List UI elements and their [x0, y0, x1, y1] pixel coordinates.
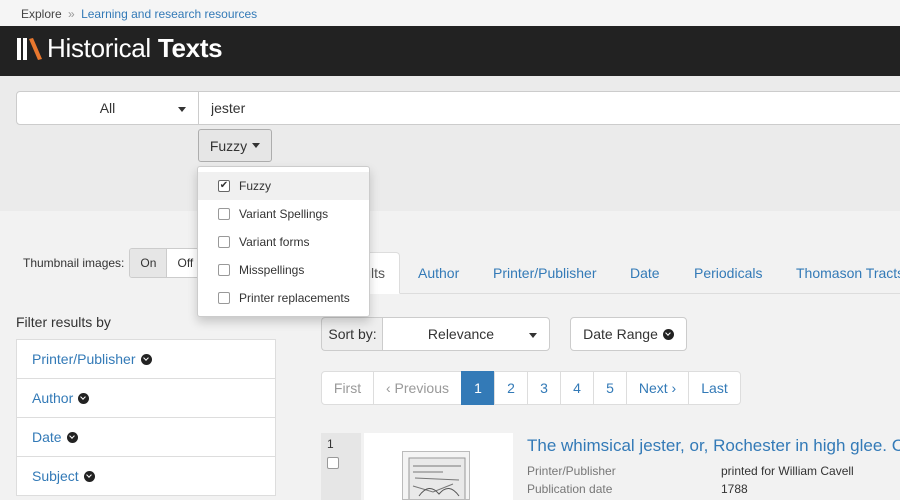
book-page-thumbnail-image — [402, 451, 470, 500]
meta-key: Publication date — [527, 482, 613, 496]
sort-select[interactable]: Relevance — [382, 317, 550, 351]
date-range-label: Date Range — [583, 326, 658, 342]
menu-item-variant-forms[interactable]: Variant forms — [198, 228, 369, 256]
site-title: Historical Texts — [47, 33, 223, 64]
page-1[interactable]: 1 — [461, 371, 495, 405]
facet-label: Author — [32, 390, 74, 406]
breadcrumb-root: Explore — [21, 7, 62, 21]
site-logo[interactable]: Historical Texts — [17, 33, 223, 64]
facet-printer-publisher[interactable]: Printer/Publisher — [16, 339, 276, 379]
thumbnail-label: Thumbnail images: — [23, 256, 125, 270]
menu-item-printer-replacements[interactable]: Printer replacements — [198, 284, 369, 312]
meta-key: Printer/Publisher — [527, 464, 616, 478]
checkbox-icon[interactable] — [218, 236, 230, 248]
thumbnail-toggle-group: Thumbnail images: On Off — [23, 248, 205, 278]
search-scope-value: All — [99, 100, 116, 116]
menu-item-label: Variant Spellings — [239, 207, 329, 221]
tab-printer-publisher[interactable]: Printer/Publisher — [493, 252, 597, 294]
breadcrumb: Explore » Learning and research resource… — [0, 0, 900, 26]
result-select-checkbox[interactable] — [327, 457, 339, 469]
chevron-down-circle-icon — [83, 470, 95, 482]
result-select-column: 1 — [321, 433, 361, 500]
tab-label: Date — [630, 265, 660, 281]
chevron-down-circle-icon — [78, 392, 90, 404]
fuzzy-mode-label: Fuzzy — [209, 137, 248, 154]
thumbnail-toggle: On Off — [129, 248, 205, 278]
results-tabs: Results Author Printer/Publisher Date Pe… — [330, 252, 900, 294]
caret-down-icon — [252, 143, 261, 148]
site-header: Historical Texts — [0, 26, 900, 76]
books-logo-icon — [17, 37, 42, 60]
thumbnail-on-button[interactable]: On — [130, 249, 168, 277]
checkbox-icon[interactable] — [218, 264, 230, 276]
menu-item-label: Fuzzy — [239, 179, 272, 193]
meta-value: printed for William Cavell — [721, 464, 854, 478]
page-first[interactable]: First — [321, 371, 374, 405]
page-last[interactable]: Last — [688, 371, 741, 405]
meta-value: 1788 — [721, 482, 748, 496]
page-3[interactable]: 3 — [527, 371, 561, 405]
menu-item-fuzzy[interactable]: ✔ Fuzzy — [198, 172, 369, 200]
result-title-link[interactable]: The whimsical jester, or, Rochester in h… — [527, 436, 900, 456]
chevron-down-circle-icon — [66, 431, 78, 443]
page-next[interactable]: Next › — [626, 371, 689, 405]
facet-label: Subject — [32, 468, 79, 484]
menu-item-label: Variant forms — [239, 235, 310, 249]
fuzzy-options-menu: ✔ Fuzzy Variant Spellings Variant forms … — [197, 166, 370, 317]
tab-author[interactable]: Author — [418, 252, 459, 294]
pagination: First ‹ Previous 1 2 3 4 5 Next › Last — [321, 371, 741, 405]
sort-value: Relevance — [427, 326, 495, 342]
tab-periodicals[interactable]: Periodicals — [694, 252, 762, 294]
site-title-light: Historical — [47, 33, 158, 63]
caret-down-icon — [178, 107, 186, 112]
checkbox-icon[interactable] — [218, 292, 230, 304]
facet-date[interactable]: Date — [16, 417, 276, 457]
checkbox-checked-icon[interactable]: ✔ — [218, 180, 230, 192]
caret-down-icon — [529, 333, 537, 338]
fuzzy-mode-button[interactable]: Fuzzy — [198, 129, 272, 162]
result-item: 1 The whimsical jester, or, Rochester in… — [321, 433, 900, 500]
menu-item-variant-spellings[interactable]: Variant Spellings — [198, 200, 369, 228]
breadcrumb-separator: » — [68, 7, 75, 21]
chevron-down-circle-icon — [140, 353, 152, 365]
page-2[interactable]: 2 — [494, 371, 528, 405]
facet-subject[interactable]: Subject — [16, 456, 276, 496]
menu-item-label: Printer replacements — [239, 291, 350, 305]
tab-thomason-tracts[interactable]: Thomason Tracts — [796, 252, 900, 294]
page-5[interactable]: 5 — [593, 371, 627, 405]
result-thumbnail[interactable] — [364, 433, 513, 500]
tab-date[interactable]: Date — [630, 252, 660, 294]
facet-label: Date — [32, 429, 62, 445]
chevron-down-circle-icon — [662, 328, 674, 340]
tab-label: Periodicals — [694, 265, 763, 281]
page-4[interactable]: 4 — [560, 371, 594, 405]
search-input[interactable] — [198, 91, 900, 125]
facet-author[interactable]: Author — [16, 378, 276, 418]
filter-title: Filter results by — [16, 314, 111, 330]
tab-label: Printer/Publisher — [493, 265, 597, 281]
checkbox-icon[interactable] — [218, 208, 230, 220]
site-title-bold: Texts — [157, 33, 223, 63]
sort-by-label: Sort by: — [321, 317, 383, 351]
result-number: 1 — [327, 437, 334, 451]
date-range-button[interactable]: Date Range — [570, 317, 687, 351]
menu-item-label: Misspellings — [239, 263, 305, 277]
tab-label: Thomason Tracts — [796, 265, 900, 281]
menu-item-misspellings[interactable]: Misspellings — [198, 256, 369, 284]
page-previous[interactable]: ‹ Previous — [373, 371, 462, 405]
tab-label: Author — [418, 265, 460, 281]
facet-label: Printer/Publisher — [32, 351, 136, 367]
breadcrumb-current-link[interactable]: Learning and research resources — [81, 7, 257, 21]
search-panel: All Fuzzy — [0, 76, 900, 211]
search-scope-select[interactable]: All — [16, 91, 199, 125]
